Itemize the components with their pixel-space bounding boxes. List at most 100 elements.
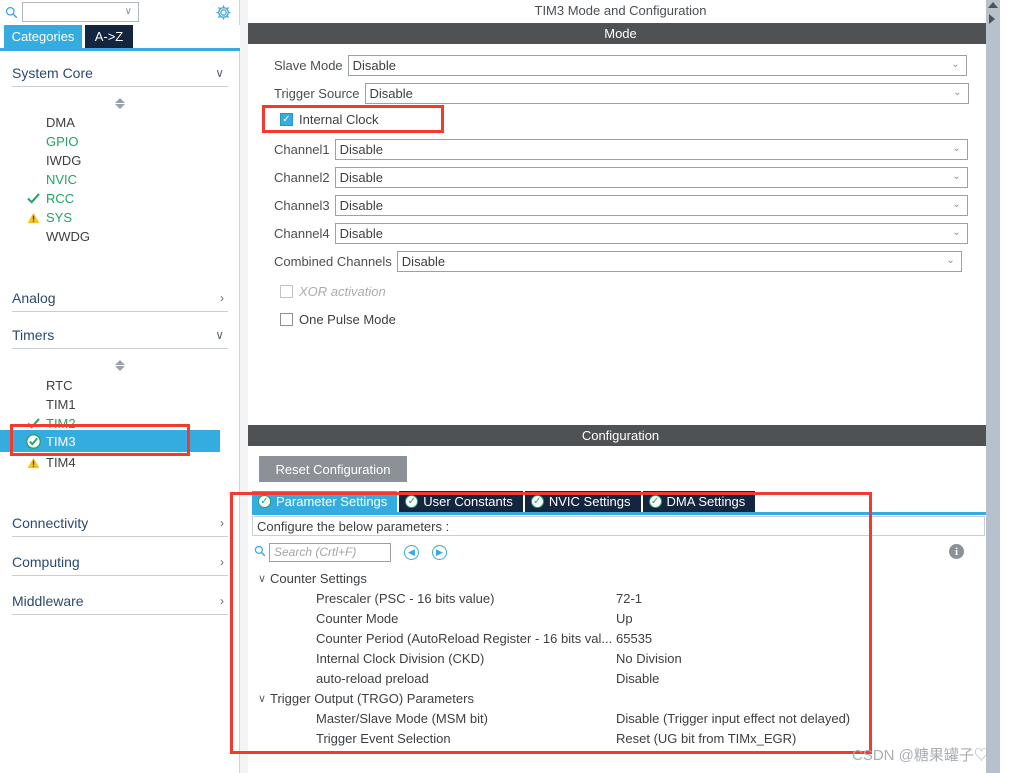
- xor-activation-checkbox-row: XOR activation: [280, 281, 386, 301]
- parameter-value[interactable]: Up: [616, 611, 633, 626]
- checkbox-indicator: [280, 284, 293, 298]
- table-row[interactable]: Prescaler (PSC - 16 bits value) 72-1: [254, 588, 979, 608]
- peripheral-label: GPIO: [46, 134, 79, 149]
- tree-group-counter-settings[interactable]: ∨ Counter Settings: [254, 568, 979, 588]
- table-row[interactable]: Counter Mode Up: [254, 608, 979, 628]
- category-tabs: Categories A->Z: [0, 25, 240, 48]
- group-header-middleware[interactable]: Middleware ›: [12, 587, 228, 615]
- chevron-left-circle-icon[interactable]: ◀: [404, 544, 419, 560]
- vertical-scrollbar[interactable]: [986, 0, 1000, 773]
- group-header-connectivity[interactable]: Connectivity ›: [12, 509, 228, 537]
- group-label: System Core: [12, 64, 93, 81]
- check-icon: [22, 418, 44, 429]
- one-pulse-mode-checkbox-row[interactable]: One Pulse Mode: [280, 309, 396, 329]
- parameter-value[interactable]: Reset (UG bit from TIMx_EGR): [616, 731, 796, 746]
- panel-gutter: [240, 0, 248, 773]
- internal-clock-checkbox-row[interactable]: ✓ Internal Clock: [280, 109, 378, 129]
- scroll-right-icon[interactable]: [989, 14, 995, 24]
- peripheral-search-row: ∨: [0, 0, 240, 24]
- peripheral-item-iwdg[interactable]: IWDG: [0, 151, 228, 170]
- channel2-value: Disable: [339, 169, 384, 185]
- group-header-system-core[interactable]: System Core ∨: [12, 59, 228, 87]
- channel2-dropdown[interactable]: Disable ⌄: [334, 166, 968, 188]
- channel1-dropdown[interactable]: Disable ⌄: [334, 138, 968, 160]
- tree-group-label: Trigger Output (TRGO) Parameters: [270, 690, 474, 706]
- peripheral-item-nvic[interactable]: NVIC: [0, 170, 228, 189]
- chevron-down-icon: ⌄: [952, 227, 961, 238]
- checkbox-indicator[interactable]: [280, 312, 293, 326]
- scroll-indicator-system-core[interactable]: [112, 96, 128, 110]
- checkbox-indicator[interactable]: ✓: [280, 112, 293, 126]
- table-row[interactable]: Master/Slave Mode (MSM bit) Disable (Tri…: [254, 708, 979, 728]
- table-row[interactable]: Counter Period (AutoReload Register - 16…: [254, 628, 979, 648]
- parameter-value[interactable]: Disable: [616, 671, 659, 686]
- peripheral-label: WWDG: [46, 229, 91, 244]
- slave-mode-dropdown[interactable]: Disable ⌄: [347, 54, 967, 76]
- peripheral-item-tim1[interactable]: TIM1: [0, 395, 228, 414]
- tab-dma-settings[interactable]: ✓ DMA Settings: [642, 491, 756, 512]
- scroll-indicator-timers[interactable]: [112, 358, 128, 372]
- parameter-value[interactable]: No Division: [616, 651, 682, 666]
- parameter-name: Master/Slave Mode (MSM bit): [316, 710, 488, 726]
- peripheral-label: TIM1: [46, 397, 76, 412]
- parameter-value[interactable]: Disable (Trigger input effect not delaye…: [616, 711, 850, 726]
- warning-icon: [22, 457, 44, 469]
- group-label: Computing: [12, 553, 80, 570]
- scroll-up-icon[interactable]: [988, 2, 998, 8]
- chevron-down-icon: ∨: [215, 65, 224, 80]
- peripheral-item-gpio[interactable]: GPIO: [0, 132, 228, 151]
- parameter-value[interactable]: 65535: [616, 631, 652, 646]
- chevron-right-circle-icon[interactable]: ▶: [432, 544, 447, 560]
- slave-mode-label: Slave Mode: [274, 57, 343, 73]
- reset-configuration-button[interactable]: Reset Configuration: [259, 456, 407, 482]
- peripheral-item-wwdg[interactable]: WWDG: [0, 227, 228, 246]
- peripheral-label: NVIC: [46, 172, 78, 187]
- tab-nvic-settings[interactable]: ✓ NVIC Settings: [524, 491, 641, 512]
- peripheral-item-rcc[interactable]: RCC: [0, 189, 228, 208]
- peripheral-item-rtc[interactable]: RTC: [0, 376, 228, 395]
- peripheral-search-combo[interactable]: ∨: [22, 2, 139, 22]
- configure-parameters-note: Configure the below parameters :: [252, 516, 985, 536]
- chevron-right-icon: ›: [220, 593, 224, 608]
- group-header-computing[interactable]: Computing ›: [12, 548, 228, 576]
- parameter-value[interactable]: 72-1: [616, 591, 642, 606]
- peripheral-item-dma[interactable]: DMA: [0, 113, 228, 132]
- peripheral-label: RCC: [46, 191, 75, 206]
- channel3-label: Channel3: [274, 197, 330, 213]
- combined-channels-dropdown[interactable]: Disable ⌄: [396, 250, 962, 272]
- channel3-dropdown[interactable]: Disable ⌄: [334, 194, 968, 216]
- peripheral-item-tim4[interactable]: TIM4: [0, 453, 228, 472]
- triangle-down-icon: [115, 365, 125, 371]
- chevron-down-icon: ⌄: [952, 143, 961, 154]
- tab-user-constants[interactable]: ✓ User Constants: [399, 491, 523, 512]
- tab-a-to-z[interactable]: A->Z: [85, 25, 133, 48]
- table-row[interactable]: Internal Clock Division (CKD) No Divisio…: [254, 648, 979, 668]
- channel1-value: Disable: [339, 141, 384, 157]
- gear-icon[interactable]: [212, 1, 234, 23]
- peripheral-item-tim3[interactable]: TIM3: [0, 430, 220, 452]
- triangle-up-icon: [115, 359, 125, 365]
- tab-parameter-settings[interactable]: ✓ Parameter Settings: [252, 491, 398, 512]
- trigger-source-label: Trigger Source: [274, 85, 360, 101]
- table-row[interactable]: auto-reload preload Disable: [254, 668, 979, 688]
- tab-label: NVIC Settings: [548, 494, 631, 509]
- chevron-down-icon: ⌄: [951, 59, 960, 70]
- configuration-section-header: Configuration: [248, 425, 993, 446]
- tab-categories[interactable]: Categories: [4, 25, 82, 48]
- group-label: Timers: [12, 326, 55, 343]
- group-header-timers[interactable]: Timers ∨: [12, 321, 228, 349]
- peripheral-item-sys[interactable]: SYS: [0, 208, 228, 227]
- info-icon[interactable]: i: [949, 544, 964, 559]
- chevron-down-icon: ∨: [215, 327, 224, 342]
- channel4-dropdown[interactable]: Disable ⌄: [334, 222, 968, 244]
- chevron-down-icon: ⌄: [952, 199, 961, 210]
- scrollbar-thumb[interactable]: [986, 0, 1000, 773]
- configuration-tabs-underline: [252, 512, 989, 515]
- trigger-source-dropdown[interactable]: Disable ⌄: [364, 82, 969, 104]
- configuration-section-body: Reset Configuration ✓ Parameter Settings…: [248, 446, 993, 773]
- tabs-underline: [0, 48, 240, 51]
- tab-label: User Constants: [423, 494, 513, 509]
- tree-group-trigger-output-parameters[interactable]: ∨ Trigger Output (TRGO) Parameters: [254, 688, 979, 708]
- parameter-search-input[interactable]: Search (Crtl+F): [269, 542, 391, 562]
- group-header-analog[interactable]: Analog ›: [12, 284, 228, 312]
